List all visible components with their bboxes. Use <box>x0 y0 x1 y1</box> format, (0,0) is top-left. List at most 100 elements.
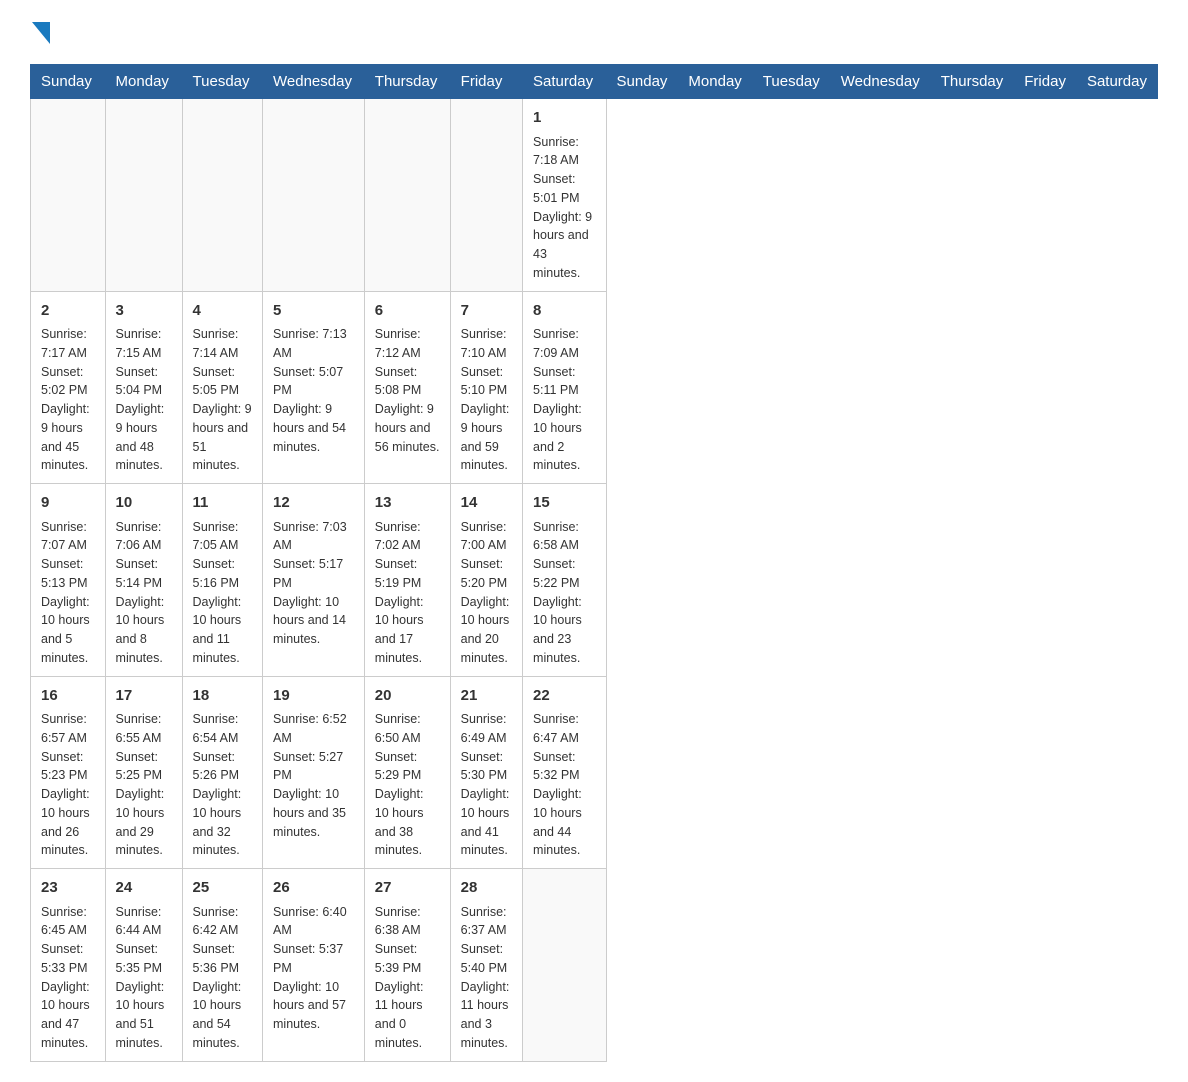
calendar-cell <box>450 99 522 292</box>
calendar-cell: 9Sunrise: 7:07 AMSunset: 5:13 PMDaylight… <box>31 484 106 677</box>
page-header <box>30 20 1158 44</box>
day-info: Daylight: 10 hours and 51 minutes. <box>116 978 172 1053</box>
day-number: 25 <box>193 877 252 900</box>
day-number: 15 <box>533 492 596 515</box>
day-info: Sunrise: 7:13 AM <box>273 325 354 363</box>
day-info: Sunset: 5:39 PM <box>375 940 440 978</box>
day-number: 8 <box>533 300 596 323</box>
calendar-cell: 20Sunrise: 6:50 AMSunset: 5:29 PMDayligh… <box>364 676 450 869</box>
calendar-cell: 28Sunrise: 6:37 AMSunset: 5:40 PMDayligh… <box>450 869 522 1062</box>
day-number: 5 <box>273 300 354 323</box>
day-info: Daylight: 10 hours and 41 minutes. <box>461 785 512 860</box>
day-info: Daylight: 10 hours and 23 minutes. <box>533 593 596 668</box>
day-info: Sunrise: 7:03 AM <box>273 518 354 556</box>
calendar-cell: 15Sunrise: 6:58 AMSunset: 5:22 PMDayligh… <box>523 484 607 677</box>
day-info: Daylight: 10 hours and 57 minutes. <box>273 978 354 1034</box>
calendar-week-row: 9Sunrise: 7:07 AMSunset: 5:13 PMDaylight… <box>31 484 1158 677</box>
day-number: 3 <box>116 300 172 323</box>
day-info: Sunrise: 6:37 AM <box>461 903 512 941</box>
calendar-cell: 25Sunrise: 6:42 AMSunset: 5:36 PMDayligh… <box>182 869 262 1062</box>
day-number: 28 <box>461 877 512 900</box>
day-info: Daylight: 10 hours and 44 minutes. <box>533 785 596 860</box>
day-info: Daylight: 10 hours and 32 minutes. <box>193 785 252 860</box>
day-info: Sunset: 5:25 PM <box>116 748 172 786</box>
day-number: 19 <box>273 685 354 708</box>
day-info: Daylight: 9 hours and 54 minutes. <box>273 400 354 456</box>
day-of-week-header: Monday <box>678 65 752 99</box>
day-info: Sunset: 5:19 PM <box>375 555 440 593</box>
day-of-week-header: Wednesday <box>263 65 365 99</box>
day-info: Sunrise: 6:44 AM <box>116 903 172 941</box>
day-of-week-header: Wednesday <box>830 65 930 99</box>
calendar-cell: 22Sunrise: 6:47 AMSunset: 5:32 PMDayligh… <box>523 676 607 869</box>
calendar-week-row: 23Sunrise: 6:45 AMSunset: 5:33 PMDayligh… <box>31 869 1158 1062</box>
day-info: Sunset: 5:13 PM <box>41 555 95 593</box>
calendar-cell: 5Sunrise: 7:13 AMSunset: 5:07 PMDaylight… <box>263 291 365 484</box>
day-info: Sunrise: 6:55 AM <box>116 710 172 748</box>
day-of-week-header: Thursday <box>364 65 450 99</box>
calendar-cell: 11Sunrise: 7:05 AMSunset: 5:16 PMDayligh… <box>182 484 262 677</box>
day-info: Sunset: 5:33 PM <box>41 940 95 978</box>
calendar-cell: 6Sunrise: 7:12 AMSunset: 5:08 PMDaylight… <box>364 291 450 484</box>
day-info: Daylight: 10 hours and 35 minutes. <box>273 785 354 841</box>
day-info: Sunset: 5:36 PM <box>193 940 252 978</box>
day-of-week-header: Tuesday <box>182 65 262 99</box>
day-of-week-header: Saturday <box>1076 65 1157 99</box>
calendar-cell: 27Sunrise: 6:38 AMSunset: 5:39 PMDayligh… <box>364 869 450 1062</box>
day-info: Sunrise: 7:09 AM <box>533 325 596 363</box>
day-info: Sunset: 5:14 PM <box>116 555 172 593</box>
day-of-week-header: Thursday <box>930 65 1014 99</box>
day-info: Daylight: 9 hours and 45 minutes. <box>41 400 95 475</box>
day-number: 27 <box>375 877 440 900</box>
day-info: Daylight: 10 hours and 26 minutes. <box>41 785 95 860</box>
calendar-week-row: 1Sunrise: 7:18 AMSunset: 5:01 PMDaylight… <box>31 99 1158 292</box>
day-info: Sunset: 5:40 PM <box>461 940 512 978</box>
day-info: Daylight: 9 hours and 43 minutes. <box>533 208 596 283</box>
day-info: Daylight: 10 hours and 38 minutes. <box>375 785 440 860</box>
calendar-cell: 10Sunrise: 7:06 AMSunset: 5:14 PMDayligh… <box>105 484 182 677</box>
day-info: Sunset: 5:07 PM <box>273 363 354 401</box>
day-number: 4 <box>193 300 252 323</box>
day-number: 9 <box>41 492 95 515</box>
calendar-cell <box>364 99 450 292</box>
day-of-week-header: Friday <box>1014 65 1077 99</box>
day-info: Daylight: 10 hours and 17 minutes. <box>375 593 440 668</box>
calendar-cell: 21Sunrise: 6:49 AMSunset: 5:30 PMDayligh… <box>450 676 522 869</box>
calendar-week-row: 16Sunrise: 6:57 AMSunset: 5:23 PMDayligh… <box>31 676 1158 869</box>
day-info: Sunset: 5:35 PM <box>116 940 172 978</box>
day-info: Sunset: 5:27 PM <box>273 748 354 786</box>
calendar-cell: 16Sunrise: 6:57 AMSunset: 5:23 PMDayligh… <box>31 676 106 869</box>
calendar-cell <box>182 99 262 292</box>
calendar-cell <box>105 99 182 292</box>
calendar-week-row: 2Sunrise: 7:17 AMSunset: 5:02 PMDaylight… <box>31 291 1158 484</box>
day-info: Sunset: 5:10 PM <box>461 363 512 401</box>
day-info: Sunrise: 7:15 AM <box>116 325 172 363</box>
day-of-week-header: Sunday <box>606 65 678 99</box>
day-number: 21 <box>461 685 512 708</box>
day-info: Sunset: 5:30 PM <box>461 748 512 786</box>
day-number: 26 <box>273 877 354 900</box>
calendar-cell: 3Sunrise: 7:15 AMSunset: 5:04 PMDaylight… <box>105 291 182 484</box>
day-info: Sunset: 5:29 PM <box>375 748 440 786</box>
calendar-header-row: SundayMondayTuesdayWednesdayThursdayFrid… <box>31 65 1158 99</box>
day-info: Sunrise: 7:12 AM <box>375 325 440 363</box>
day-info: Sunrise: 7:14 AM <box>193 325 252 363</box>
day-info: Sunset: 5:32 PM <box>533 748 596 786</box>
day-info: Sunrise: 6:45 AM <box>41 903 95 941</box>
day-info: Sunrise: 6:50 AM <box>375 710 440 748</box>
day-number: 7 <box>461 300 512 323</box>
day-info: Daylight: 10 hours and 2 minutes. <box>533 400 596 475</box>
day-info: Sunset: 5:04 PM <box>116 363 172 401</box>
day-info: Daylight: 9 hours and 59 minutes. <box>461 400 512 475</box>
calendar-cell: 8Sunrise: 7:09 AMSunset: 5:11 PMDaylight… <box>523 291 607 484</box>
day-info: Sunrise: 6:47 AM <box>533 710 596 748</box>
day-number: 11 <box>193 492 252 515</box>
day-info: Daylight: 9 hours and 56 minutes. <box>375 400 440 456</box>
calendar-cell: 17Sunrise: 6:55 AMSunset: 5:25 PMDayligh… <box>105 676 182 869</box>
day-number: 16 <box>41 685 95 708</box>
day-info: Daylight: 9 hours and 51 minutes. <box>193 400 252 475</box>
calendar-cell: 26Sunrise: 6:40 AMSunset: 5:37 PMDayligh… <box>263 869 365 1062</box>
day-info: Sunrise: 6:58 AM <box>533 518 596 556</box>
day-info: Daylight: 10 hours and 20 minutes. <box>461 593 512 668</box>
day-info: Daylight: 11 hours and 0 minutes. <box>375 978 440 1053</box>
